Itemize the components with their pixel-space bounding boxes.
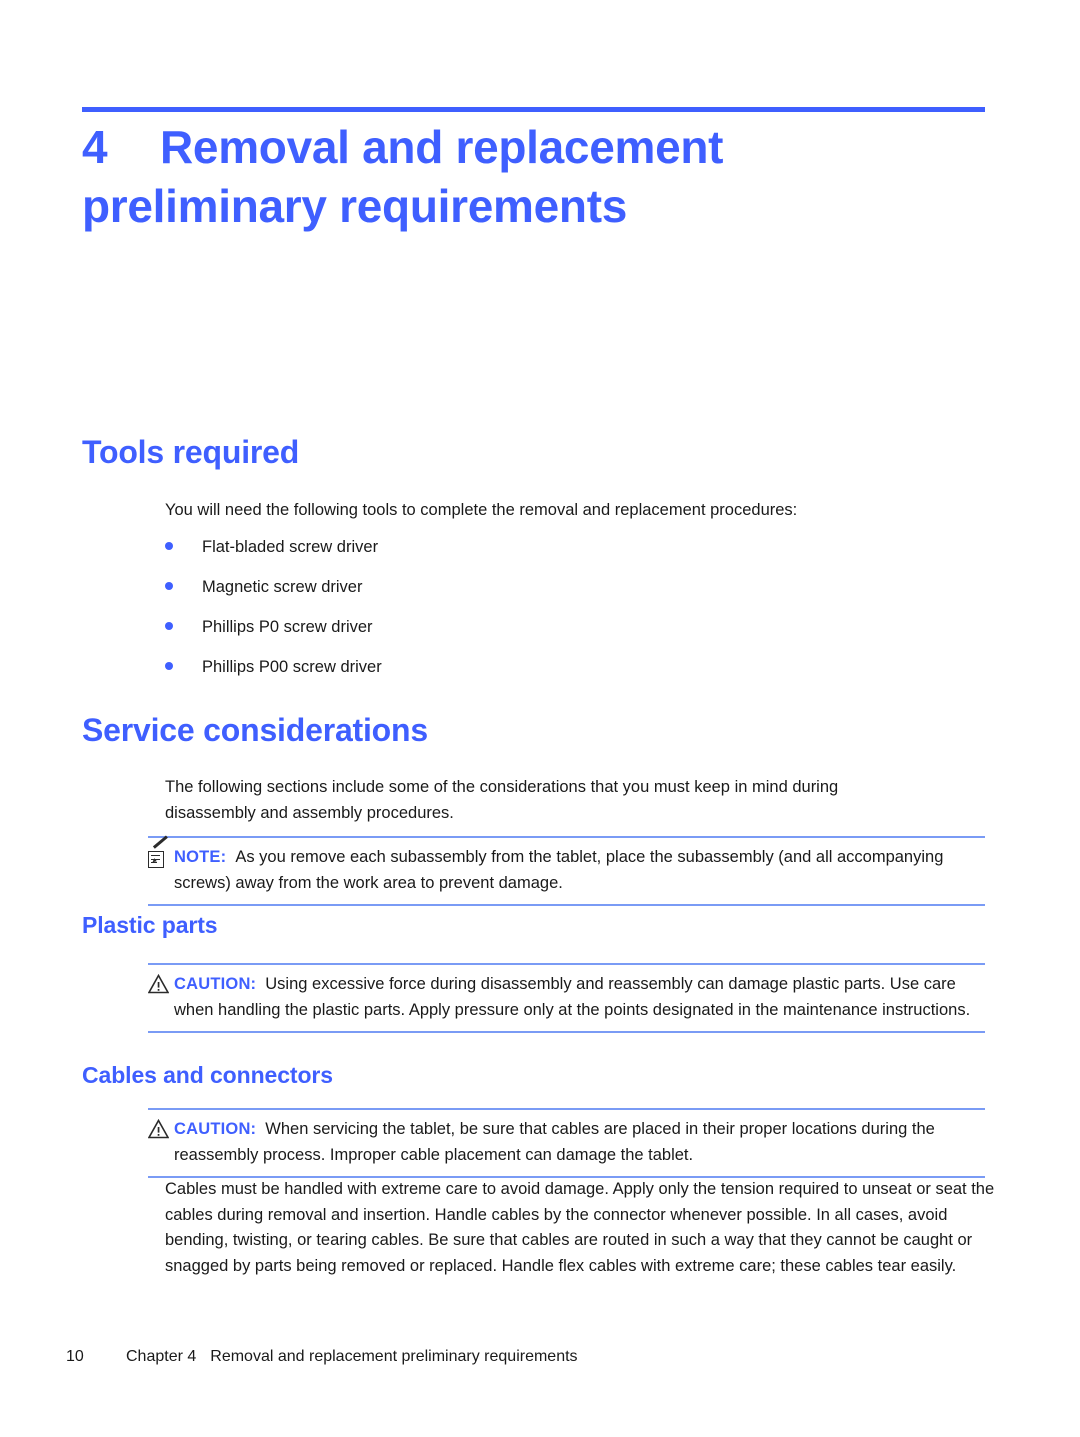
list-item: Flat-bladed screw driver — [165, 538, 378, 557]
document-page: 4 Removal and replacement preliminary req… — [0, 0, 1080, 1437]
note-callout-body: NOTE: As you remove each subassembly from… — [148, 845, 985, 896]
chapter-rule-divider — [82, 107, 985, 112]
note-callout: NOTE: As you remove each subassembly from… — [148, 835, 985, 907]
service-considerations-intro: The following sections include some of t… — [165, 778, 839, 822]
chapter-heading: 4 Removal and replacement preliminary req… — [82, 118, 842, 236]
note-pad-pencil-icon — [148, 835, 174, 869]
list-item-label: Magnetic screw driver — [202, 578, 363, 596]
footer-chapter-label: Chapter 4 — [126, 1348, 197, 1365]
list-item: Phillips P00 screw driver — [165, 658, 382, 677]
chapter-title-text: Removal and replacement preliminary requ… — [82, 121, 724, 232]
note-label: NOTE: — [174, 848, 227, 866]
caution-label: CAUTION: — [174, 975, 257, 993]
bullet-dot-icon — [165, 542, 173, 550]
heading-tools-required: Tools required — [82, 434, 300, 470]
footer-chapter-title: Removal and replacement preliminary requ… — [210, 1348, 578, 1365]
caution-callout-cables: CAUTION: When servicing the tablet, be su… — [148, 1108, 985, 1179]
footer-page-number: 10 — [66, 1348, 84, 1365]
list-item: Phillips P0 screw driver — [165, 618, 373, 637]
footer-chapter: Chapter 4 Removal and replacement prelimi… — [126, 1348, 578, 1366]
note-text: As you remove each subassembly from the … — [174, 848, 944, 892]
list-item-label: Flat-bladed screw driver — [202, 538, 379, 556]
bullet-dot-icon — [165, 622, 173, 630]
cables-body-paragraph: Cables must be handled with extreme care… — [165, 1180, 995, 1275]
list-item-label: Phillips P0 screw driver — [202, 618, 373, 636]
tools-required-intro: You will need the following tools to com… — [165, 501, 798, 519]
chapter-number: 4 — [82, 121, 108, 173]
heading-cables-and-connectors: Cables and connectors — [82, 1062, 333, 1088]
warning-triangle-icon — [148, 974, 174, 996]
caution-callout-plastic-parts: CAUTION: Using excessive force during dis… — [148, 963, 985, 1034]
caution-text: Using excessive force during disassembly… — [174, 975, 971, 1019]
caution-callout-body: CAUTION: When servicing the tablet, be su… — [148, 1117, 985, 1168]
warning-triangle-icon — [148, 1119, 174, 1141]
caution-label: CAUTION: — [174, 1120, 257, 1138]
heading-plastic-parts: Plastic parts — [82, 912, 218, 938]
list-item: Magnetic screw driver — [165, 578, 362, 597]
caution-callout-body: CAUTION: Using excessive force during dis… — [148, 972, 985, 1023]
caution-text: When servicing the tablet, be sure that … — [174, 1120, 935, 1164]
heading-service-considerations: Service considerations — [82, 712, 428, 748]
bullet-dot-icon — [165, 582, 173, 590]
list-item-label: Phillips P00 screw driver — [202, 658, 382, 676]
bullet-dot-icon — [165, 662, 173, 670]
